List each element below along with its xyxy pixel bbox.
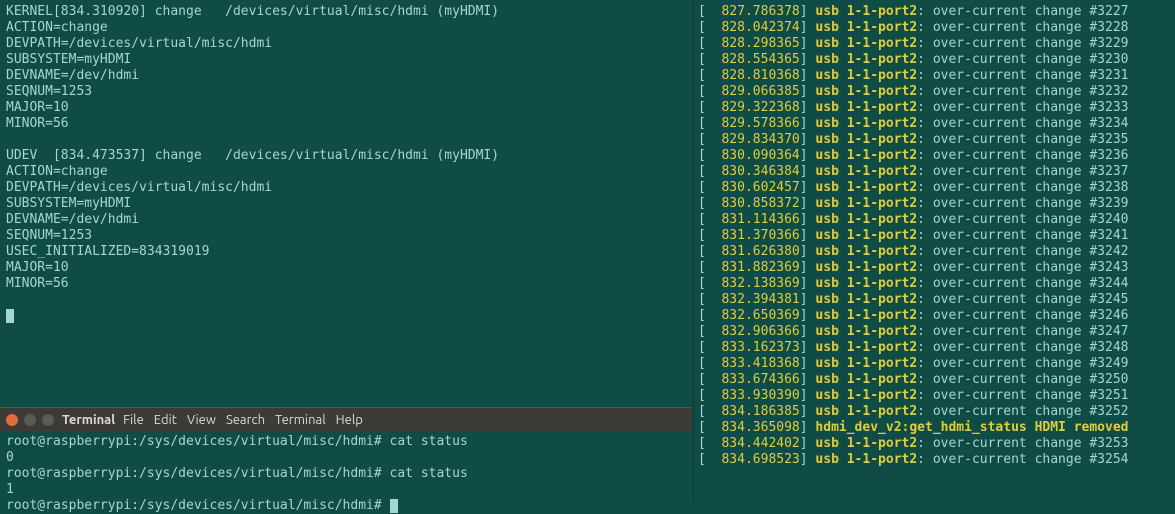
maximize-icon[interactable]	[42, 414, 54, 426]
udev-line: UDEV [834.473537] change /devices/virtua…	[6, 148, 686, 164]
dmesg-line-usb: [ 832.906366] usb 1-1-port2: over-curren…	[698, 324, 1172, 340]
minimize-icon[interactable]	[24, 414, 36, 426]
titlebar[interactable]: Terminal File Edit View Search Terminal Help	[0, 407, 692, 432]
dmesg-line-usb: [ 830.858372] usb 1-1-port2: over-curren…	[698, 196, 1172, 212]
dmesg-line-usb: [ 828.554365] usb 1-1-port2: over-curren…	[698, 52, 1172, 68]
dmesg-line-usb: [ 830.346384] usb 1-1-port2: over-curren…	[698, 164, 1172, 180]
dmesg-line-usb: [ 833.674366] usb 1-1-port2: over-curren…	[698, 372, 1172, 388]
dmesg-line-usb: [ 829.322368] usb 1-1-port2: over-curren…	[698, 100, 1172, 116]
cursor	[6, 308, 686, 324]
window-buttons	[6, 414, 54, 426]
dmesg-line-usb: [ 832.394381] usb 1-1-port2: over-curren…	[698, 292, 1172, 308]
window-title: Terminal	[62, 413, 115, 427]
cursor	[390, 499, 398, 513]
udev-line: SUBSYSTEM=myHDMI	[6, 52, 686, 68]
dmesg-line-usb: [ 831.626380] usb 1-1-port2: over-curren…	[698, 244, 1172, 260]
udev-line: MINOR=56	[6, 116, 686, 132]
dmesg-line-usb: [ 834.698523] usb 1-1-port2: over-curren…	[698, 452, 1172, 468]
udev-line	[6, 132, 686, 148]
terminal-line: 0	[6, 450, 686, 466]
dmesg-line-usb: [ 834.186385] usb 1-1-port2: over-curren…	[698, 404, 1172, 420]
dmesg-line-hdmi: [ 834.365098] hdmi_dev_v2:get_hdmi_statu…	[698, 420, 1172, 436]
dmesg-line-usb: [ 831.882369] usb 1-1-port2: over-curren…	[698, 260, 1172, 276]
terminal-window: Terminal FileEditViewSearchTerminalHelp …	[0, 407, 692, 502]
terminal-line: root@raspberrypi:/sys/devices/virtual/mi…	[6, 466, 686, 482]
menu-item-search[interactable]: Search	[226, 413, 265, 427]
dmesg-line-usb: [ 828.810368] usb 1-1-port2: over-curren…	[698, 68, 1172, 84]
udev-line: ACTION=change	[6, 164, 686, 180]
dmesg-line-usb: [ 832.138369] usb 1-1-port2: over-curren…	[698, 276, 1172, 292]
udev-line	[6, 292, 686, 308]
menu-item-view[interactable]: View	[187, 413, 216, 427]
terminal-body[interactable]: root@raspberrypi:/sys/devices/virtual/mi…	[0, 432, 692, 507]
dmesg-line-usb: [ 833.930390] usb 1-1-port2: over-curren…	[698, 388, 1172, 404]
dmesg-line-usb: [ 831.370366] usb 1-1-port2: over-curren…	[698, 228, 1172, 244]
udev-monitor-output[interactable]: KERNEL[834.310920] change /devices/virtu…	[0, 0, 692, 328]
dmesg-line-usb: [ 833.418368] usb 1-1-port2: over-curren…	[698, 356, 1172, 372]
dmesg-line-usb: [ 829.578366] usb 1-1-port2: over-curren…	[698, 116, 1172, 132]
dmesg-line-usb: [ 828.298365] usb 1-1-port2: over-curren…	[698, 36, 1172, 52]
dmesg-line-usb: [ 829.834370] usb 1-1-port2: over-curren…	[698, 132, 1172, 148]
udev-line: KERNEL[834.310920] change /devices/virtu…	[6, 4, 686, 20]
menu-item-edit[interactable]: Edit	[154, 413, 177, 427]
dmesg-line-usb: [ 834.442402] usb 1-1-port2: over-curren…	[698, 436, 1172, 452]
dmesg-pane[interactable]: [ 827.786378] usb 1-1-port2: over-curren…	[693, 0, 1175, 502]
dmesg-output: [ 827.786378] usb 1-1-port2: over-curren…	[694, 0, 1175, 472]
udev-line: DEVPATH=/devices/virtual/misc/hdmi	[6, 36, 686, 52]
udev-line: MAJOR=10	[6, 260, 686, 276]
udev-line: SEQNUM=1253	[6, 228, 686, 244]
close-icon[interactable]	[6, 414, 18, 426]
terminal-line: 1	[6, 482, 686, 498]
udev-line: SUBSYSTEM=myHDMI	[6, 196, 686, 212]
terminal-line: root@raspberrypi:/sys/devices/virtual/mi…	[6, 434, 686, 450]
udev-line: ACTION=change	[6, 20, 686, 36]
dmesg-line-usb: [ 831.114366] usb 1-1-port2: over-curren…	[698, 212, 1172, 228]
udev-line: MINOR=56	[6, 276, 686, 292]
dmesg-line-usb: [ 829.066385] usb 1-1-port2: over-curren…	[698, 84, 1172, 100]
dmesg-line-usb: [ 830.602457] usb 1-1-port2: over-curren…	[698, 180, 1172, 196]
menu-item-terminal[interactable]: Terminal	[275, 413, 326, 427]
udev-line: DEVPATH=/devices/virtual/misc/hdmi	[6, 180, 686, 196]
udev-line: DEVNAME=/dev/hdmi	[6, 212, 686, 228]
udev-line: USEC_INITIALIZED=834319019	[6, 244, 686, 260]
dmesg-line-usb: [ 833.162373] usb 1-1-port2: over-curren…	[698, 340, 1172, 356]
udev-line: DEVNAME=/dev/hdmi	[6, 68, 686, 84]
menubar: File Edit View Search Terminal Help	[123, 413, 373, 427]
dmesg-line-usb: [ 827.786378] usb 1-1-port2: over-curren…	[698, 4, 1172, 20]
menu-item-help[interactable]: Help	[336, 413, 363, 427]
left-column: KERNEL[834.310920] change /devices/virtu…	[0, 0, 692, 502]
menu-item-file[interactable]: File	[123, 413, 144, 427]
udev-line: MAJOR=10	[6, 100, 686, 116]
dmesg-line-usb: [ 830.090364] usb 1-1-port2: over-curren…	[698, 148, 1172, 164]
terminal-line: root@raspberrypi:/sys/devices/virtual/mi…	[6, 498, 686, 514]
udev-line: SEQNUM=1253	[6, 84, 686, 100]
dmesg-line-usb: [ 828.042374] usb 1-1-port2: over-curren…	[698, 20, 1172, 36]
dmesg-line-usb: [ 832.650369] usb 1-1-port2: over-curren…	[698, 308, 1172, 324]
